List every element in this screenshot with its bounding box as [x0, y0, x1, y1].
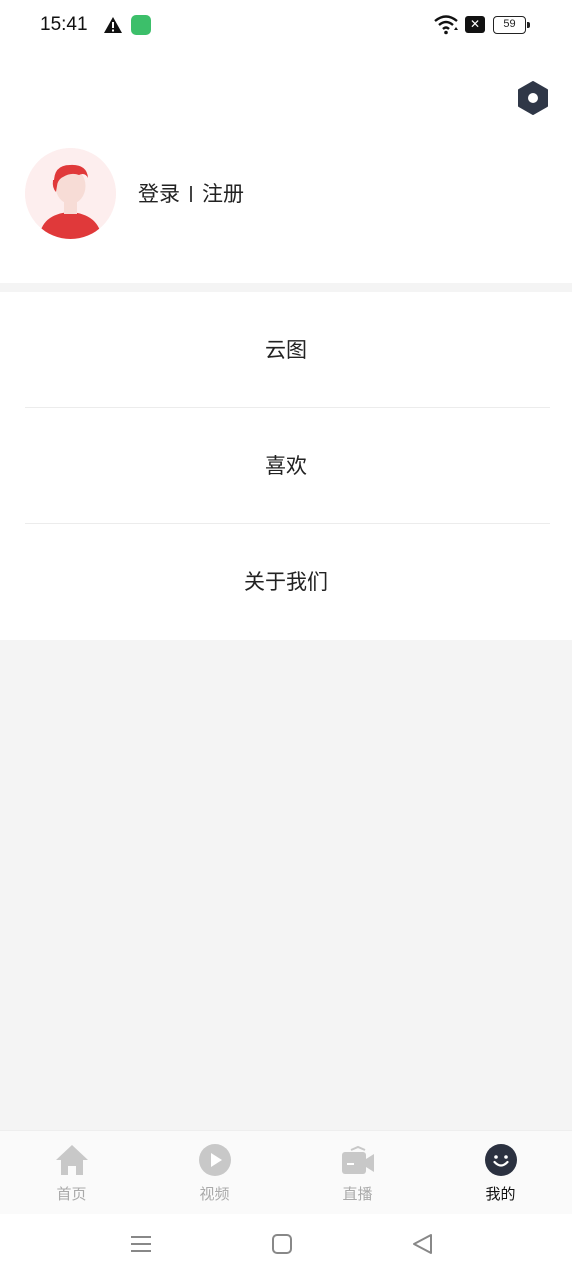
register-link[interactable]: 注册	[202, 178, 244, 208]
battery-icon: 59	[493, 16, 530, 34]
nav-home-label: 首页	[56, 1185, 87, 1203]
settings-hex-icon[interactable]	[515, 80, 551, 116]
status-bar: 15:41 ✕ 59	[0, 0, 572, 52]
status-time: 15:41	[40, 14, 88, 35]
menu-icon[interactable]	[129, 1232, 153, 1256]
nav-video-label: 视频	[199, 1185, 230, 1203]
default-avatar-icon	[25, 148, 116, 239]
wifi-icon	[434, 15, 458, 35]
smiley-icon	[485, 1144, 517, 1176]
nav-home[interactable]: 首页	[0, 1131, 143, 1215]
menu-list: 云图 喜欢 关于我们	[0, 292, 572, 640]
profile-header: 登录 注册	[0, 52, 572, 283]
system-nav-bar	[0, 1214, 572, 1280]
play-icon	[199, 1144, 231, 1176]
sim-disabled-icon: ✕	[465, 16, 485, 33]
bottom-nav: 首页 视频 直播 我的	[0, 1130, 572, 1214]
back-icon[interactable]	[411, 1232, 435, 1256]
app-notification-icon	[131, 15, 151, 35]
separator	[190, 186, 192, 202]
login-link[interactable]: 登录	[138, 178, 180, 208]
nav-video[interactable]: 视频	[143, 1131, 286, 1215]
avatar[interactable]	[25, 148, 116, 239]
menu-item-likes[interactable]: 喜欢	[0, 408, 572, 524]
menu-item-about[interactable]: 关于我们	[0, 524, 572, 640]
login-register-row: 登录 注册	[138, 178, 244, 208]
home-icon	[56, 1145, 88, 1175]
home-button-icon[interactable]	[270, 1232, 294, 1256]
nav-mine-label: 我的	[485, 1185, 516, 1203]
nav-mine[interactable]: 我的	[429, 1131, 572, 1215]
nav-live[interactable]: 直播	[286, 1131, 429, 1215]
nav-live-label: 直播	[342, 1185, 373, 1203]
camera-icon	[342, 1145, 374, 1174]
warning-icon	[104, 17, 122, 33]
menu-item-cloud[interactable]: 云图	[0, 292, 572, 408]
